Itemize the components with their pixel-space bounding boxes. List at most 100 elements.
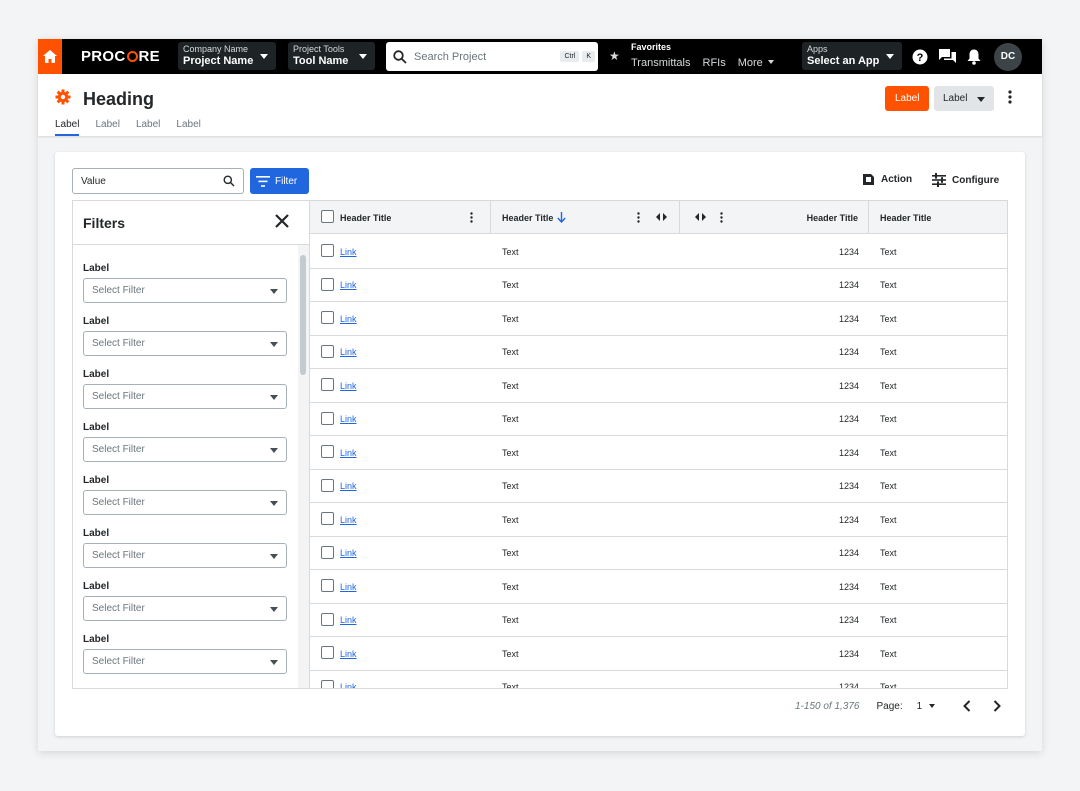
row-checkbox[interactable]	[321, 311, 334, 324]
filter-select[interactable]: Select Filter	[83, 384, 287, 409]
row-link[interactable]: Link	[340, 682, 357, 688]
page-select[interactable]: 1	[917, 701, 936, 712]
bell-icon[interactable]	[967, 49, 981, 65]
table-row[interactable]: Link Text 1234 Text	[310, 369, 1007, 403]
action-button[interactable]: Action	[862, 173, 912, 186]
star-icon[interactable]: ★	[609, 49, 620, 63]
row-checkbox[interactable]	[321, 244, 334, 257]
filter-select[interactable]: Select Filter	[83, 543, 287, 568]
chevron-right-icon[interactable]	[993, 700, 1002, 712]
table-row[interactable]: Link Text 1234 Text	[310, 302, 1007, 336]
filters-scrollbar[interactable]	[298, 245, 309, 688]
row-link[interactable]: Link	[340, 582, 357, 592]
filter-select[interactable]: Select Filter	[83, 490, 287, 515]
company-project-dropdown[interactable]: Company Name Project Name	[178, 42, 276, 70]
filter-group: Label Select Filter	[83, 263, 287, 303]
table-row[interactable]: Link Text 1234 Text	[310, 470, 1007, 503]
favorites-more[interactable]: More	[738, 57, 774, 69]
favorite-rfis[interactable]: RFIs	[703, 57, 726, 69]
row-checkbox[interactable]	[321, 679, 334, 688]
filter-select[interactable]: Select Filter	[83, 437, 287, 462]
row-checkbox[interactable]	[321, 579, 334, 592]
secondary-dropdown-button[interactable]: Label	[934, 86, 994, 111]
tab-3[interactable]: Label	[136, 119, 160, 136]
row-link[interactable]: Link	[340, 649, 357, 659]
row-checkbox[interactable]	[321, 411, 334, 425]
row-checkbox[interactable]	[321, 478, 334, 492]
table-row[interactable]: Link Text 1234 Text	[310, 604, 1007, 637]
home-button[interactable]	[38, 39, 62, 74]
column-header-1[interactable]: Header Title	[310, 201, 491, 234]
row-checkbox[interactable]	[321, 277, 334, 291]
row-text: Text	[880, 648, 897, 659]
table-row[interactable]: Link Text 1234 Text	[310, 269, 1007, 302]
row-link[interactable]: Link	[340, 347, 357, 357]
row-checkbox[interactable]	[321, 646, 334, 659]
row-link[interactable]: Link	[340, 314, 357, 324]
row-link[interactable]: Link	[340, 448, 357, 458]
favorite-transmittals[interactable]: Transmittals	[631, 57, 691, 69]
table-row[interactable]: Link Text 1234 Text	[310, 403, 1007, 436]
table-row[interactable]: Link Text 1234 Text	[310, 637, 1007, 671]
row-link[interactable]: Link	[340, 280, 357, 290]
scrollbar-thumb[interactable]	[300, 255, 306, 375]
table-row[interactable]: Link Text 1234 Text	[310, 235, 1007, 269]
table-row[interactable]: Link Text 1234 Text	[310, 503, 1007, 537]
more-options-icon[interactable]	[1008, 90, 1012, 104]
close-icon[interactable]	[275, 214, 289, 228]
row-link[interactable]: Link	[340, 414, 357, 424]
tab-1[interactable]: Label	[55, 119, 80, 136]
row-number: 1234	[838, 280, 859, 290]
table-row[interactable]: Link Text 1234 Text	[310, 537, 1007, 570]
row-checkbox[interactable]	[321, 344, 334, 358]
search-project-input[interactable]: Search Project Ctrl K	[386, 42, 598, 71]
row-checkbox[interactable]	[321, 545, 334, 559]
row-checkbox[interactable]	[321, 445, 334, 458]
filter-select[interactable]: Select Filter	[83, 278, 287, 303]
help-icon[interactable]: ?	[912, 49, 928, 65]
filter-label: Label	[83, 422, 110, 433]
pagination: 1-150 of 1,376 Page: 1	[795, 700, 1002, 712]
row-link[interactable]: Link	[340, 247, 357, 257]
row-checkbox[interactable]	[321, 378, 334, 391]
column-resize-icon[interactable]	[695, 213, 706, 221]
filter-group: Label Select Filter	[83, 369, 287, 409]
row-link[interactable]: Link	[340, 381, 357, 391]
row-link[interactable]: Link	[340, 548, 357, 558]
table-row[interactable]: Link Text 1234 Text	[310, 671, 1007, 689]
table-row[interactable]: Link Text 1234 Text	[310, 570, 1007, 604]
row-link[interactable]: Link	[340, 515, 357, 525]
filter-placeholder: Select Filter	[92, 444, 145, 455]
column-menu-icon[interactable]	[637, 212, 640, 223]
chevron-left-icon[interactable]	[963, 700, 971, 712]
column-menu-icon[interactable]	[470, 212, 473, 223]
tab-4[interactable]: Label	[176, 119, 200, 136]
primary-button[interactable]: Label	[885, 86, 930, 111]
apps-dropdown[interactable]: Apps Select an App	[802, 42, 902, 70]
column-resize-icon[interactable]	[656, 213, 667, 221]
select-app: Select an App	[807, 55, 880, 67]
column-menu-icon[interactable]	[720, 212, 723, 223]
project-tools-dropdown[interactable]: Project Tools Tool Name	[288, 42, 375, 70]
row-link[interactable]: Link	[340, 615, 357, 625]
table-row[interactable]: Link Text 1234 Text	[310, 336, 1007, 369]
column-header-2[interactable]: Header Title	[491, 201, 680, 234]
row-text: Text	[880, 682, 897, 689]
configure-button[interactable]: Configure	[932, 173, 999, 187]
row-checkbox[interactable]	[321, 512, 334, 525]
user-avatar[interactable]: DC	[994, 42, 1022, 71]
row-link[interactable]: Link	[340, 481, 357, 491]
chat-icon[interactable]	[939, 49, 956, 64]
table-row[interactable]: Link Text 1234 Text	[310, 436, 1007, 470]
row-checkbox[interactable]	[321, 612, 334, 626]
filter-select[interactable]: Select Filter	[83, 331, 287, 356]
column-header-4[interactable]: Header Title	[869, 201, 1007, 234]
filter-button[interactable]: Filter	[250, 168, 309, 194]
tab-2[interactable]: Label	[95, 119, 119, 136]
table-search-input[interactable]: Value	[72, 168, 244, 194]
select-all-checkbox[interactable]	[321, 210, 334, 223]
sort-descending-icon[interactable]	[557, 212, 567, 223]
filter-select[interactable]: Select Filter	[83, 649, 287, 674]
filter-select[interactable]: Select Filter	[83, 596, 287, 621]
column-header-3[interactable]: Header Title	[680, 201, 869, 234]
